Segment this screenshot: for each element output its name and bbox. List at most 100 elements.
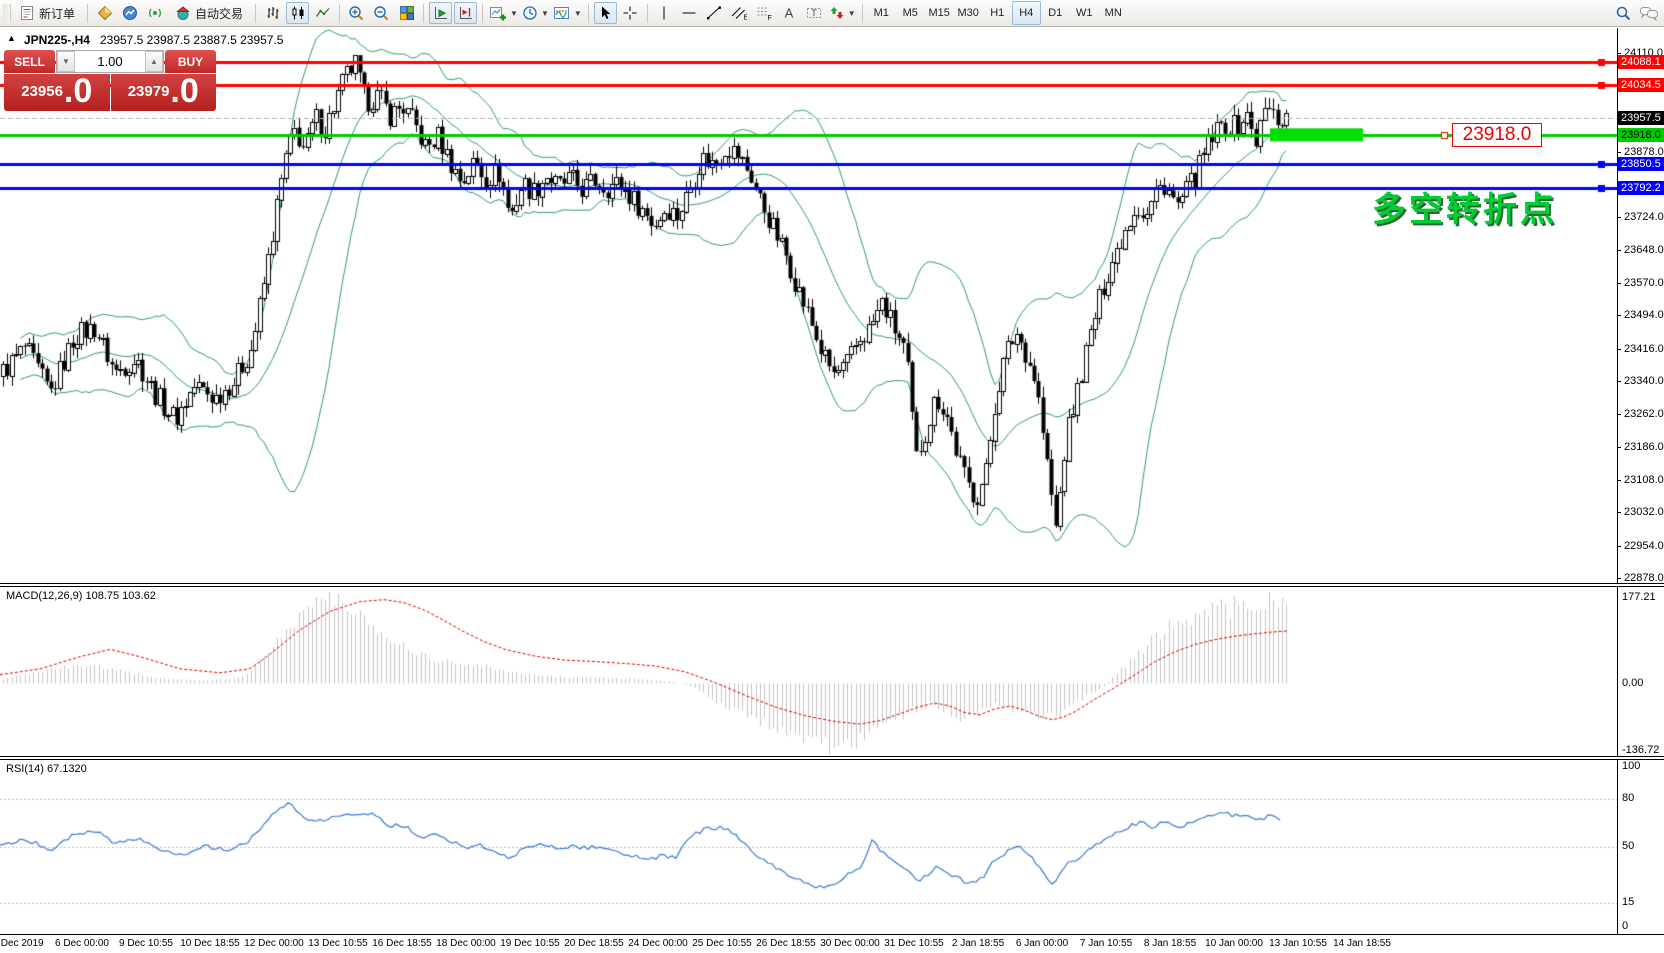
toolbar-separator [87, 4, 88, 23]
price-tick-mark [1617, 250, 1621, 251]
horizontal-line-button[interactable] [678, 2, 701, 24]
auto-trading-icon [175, 5, 191, 21]
timeframe-m1[interactable]: M1 [867, 1, 896, 25]
price-tick-mark [1617, 217, 1621, 218]
rsi-indicator-label: RSI(14) 67.1320 [6, 763, 87, 775]
date-axis-label: 6 Jan 00:00 [1016, 938, 1068, 949]
buy-button[interactable]: BUY [165, 50, 216, 73]
candlestick-chart-button[interactable] [286, 2, 309, 24]
trendline-icon [706, 5, 722, 21]
date-axis-label: 7 Jan 10:55 [1080, 938, 1132, 949]
price-tick-mark [1617, 152, 1621, 153]
rsi-axis-label: 0 [1622, 920, 1628, 932]
volume-decrease-button[interactable]: ▼ [57, 51, 75, 72]
channel-icon: E [731, 5, 747, 21]
market-button[interactable] [118, 2, 141, 24]
timeframe-d1[interactable]: D1 [1041, 1, 1070, 25]
new-order-icon [19, 5, 35, 21]
fibonacci-button[interactable]: F [753, 2, 776, 24]
text-icon: A [781, 5, 797, 21]
symbol-title: JPN225-,H4 [24, 33, 90, 47]
svg-text:A: A [785, 6, 794, 21]
price-tick-mark [1617, 349, 1621, 350]
text-label-button[interactable]: T [803, 2, 826, 24]
chart-shift-icon [458, 5, 474, 21]
price-level-chip: 23792.2 [1618, 181, 1664, 195]
auto-scroll-button[interactable] [429, 2, 452, 24]
macd-panel-canvas[interactable] [0, 587, 1617, 756]
timeframe-w1[interactable]: W1 [1070, 1, 1099, 25]
favorites-button[interactable] [93, 2, 116, 24]
new-chart-icon [489, 5, 507, 21]
sell-button[interactable]: SELL [4, 50, 55, 73]
timeframe-m15[interactable]: M15 [925, 1, 954, 25]
volume-value[interactable]: 1.00 [75, 51, 145, 72]
zoom-in-button[interactable] [345, 2, 368, 24]
sell-price-panel[interactable]: 23956 .0 [4, 74, 110, 111]
volume-increase-button[interactable]: ▲ [145, 51, 163, 72]
auto-trading-button[interactable]: 自动交易 [168, 2, 250, 24]
vertical-line-button[interactable] [653, 2, 676, 24]
new-order-button[interactable]: 新订单 [12, 2, 82, 24]
signals-button[interactable] [143, 2, 166, 24]
date-axis-label: 12 Dec 00:00 [244, 938, 304, 949]
line-chart-button[interactable] [311, 2, 334, 24]
fibonacci-icon: F [756, 5, 772, 21]
rsi-axis-label: 15 [1622, 896, 1634, 908]
price-tick-label: 23570.0 [1624, 277, 1664, 289]
date-axis-label: 25 Dec 10:55 [692, 938, 752, 949]
text-label-icon: T [806, 5, 822, 21]
svg-text:T: T [812, 8, 818, 18]
panel-divider-macd[interactable] [0, 583, 1664, 587]
clock-icon [522, 5, 538, 21]
timeframe-h1[interactable]: H1 [983, 1, 1012, 25]
price-flag-label[interactable]: 23918.0 [1452, 123, 1542, 147]
price-tick-label: 23416.0 [1624, 343, 1664, 355]
ohlc-values: 23957.5 23987.5 23887.5 23957.5 [100, 33, 284, 47]
search-button[interactable] [1612, 2, 1635, 24]
toolbar-separator [588, 4, 589, 23]
price-tick-mark [1617, 315, 1621, 316]
rsi-panel-canvas[interactable] [0, 760, 1617, 933]
date-axis-label: 10 Dec 18:55 [180, 938, 240, 949]
timeframe-m30[interactable]: M30 [954, 1, 983, 25]
zoom-out-button[interactable] [370, 2, 393, 24]
chart-shift-button[interactable] [454, 2, 477, 24]
cursor-button[interactable] [594, 2, 617, 24]
date-axis[interactable]: 4 Dec 20196 Dec 00:009 Dec 10:5510 Dec 1… [0, 934, 1664, 953]
crosshair-button[interactable] [619, 2, 642, 24]
timeframe-h4[interactable]: H4 [1012, 1, 1041, 25]
candlestick-chart-icon [290, 5, 306, 21]
collapse-trade-panel-icon[interactable]: ▲ [7, 33, 16, 47]
panel-divider-rsi[interactable] [0, 756, 1664, 760]
volume-stepper: ▼ 1.00 ▲ [56, 50, 164, 73]
date-axis-label: 19 Dec 10:55 [500, 938, 560, 949]
price-tick-mark [1617, 447, 1621, 448]
dropdown-caret: ▼ [574, 9, 582, 18]
timeframe-m5[interactable]: M5 [896, 1, 925, 25]
main-chart-canvas[interactable] [0, 28, 1617, 583]
price-tick-label: 23648.0 [1624, 244, 1664, 256]
buy-price-panel[interactable]: 23979 .0 [111, 74, 217, 111]
tile-windows-button[interactable] [395, 2, 418, 24]
periods-button[interactable]: ▼ [521, 2, 550, 24]
price-tick-label: 23186.0 [1624, 441, 1664, 453]
date-axis-label: 2 Jan 18:55 [952, 938, 1004, 949]
equidistant-channel-button[interactable]: E [728, 2, 751, 24]
arrows-button[interactable]: ▼ [828, 2, 857, 24]
auto-scroll-icon [433, 5, 449, 21]
new-chart-button[interactable]: ▼ [488, 2, 519, 24]
trendline-button[interactable] [703, 2, 726, 24]
date-axis-label: 14 Jan 18:55 [1333, 938, 1391, 949]
indicators-button[interactable]: ▼ [552, 2, 583, 24]
turning-point-annotation[interactable]: 多空转折点 [1372, 182, 1557, 231]
zoom-in-icon [348, 5, 365, 22]
chart-title: ▲ JPN225-,H4 23957.5 23987.5 23887.5 239… [7, 33, 283, 47]
one-click-trade-panel: SELL ▼ 1.00 ▲ BUY 23956 .0 23979 .0 [4, 50, 216, 111]
bar-chart-button[interactable] [261, 2, 284, 24]
timeframe-mn[interactable]: MN [1099, 1, 1128, 25]
date-axis-label: 26 Dec 18:55 [756, 938, 816, 949]
chat-button[interactable] [1637, 2, 1660, 24]
macd-axis-label: 0.00 [1622, 677, 1643, 689]
text-button[interactable]: A [778, 2, 801, 24]
